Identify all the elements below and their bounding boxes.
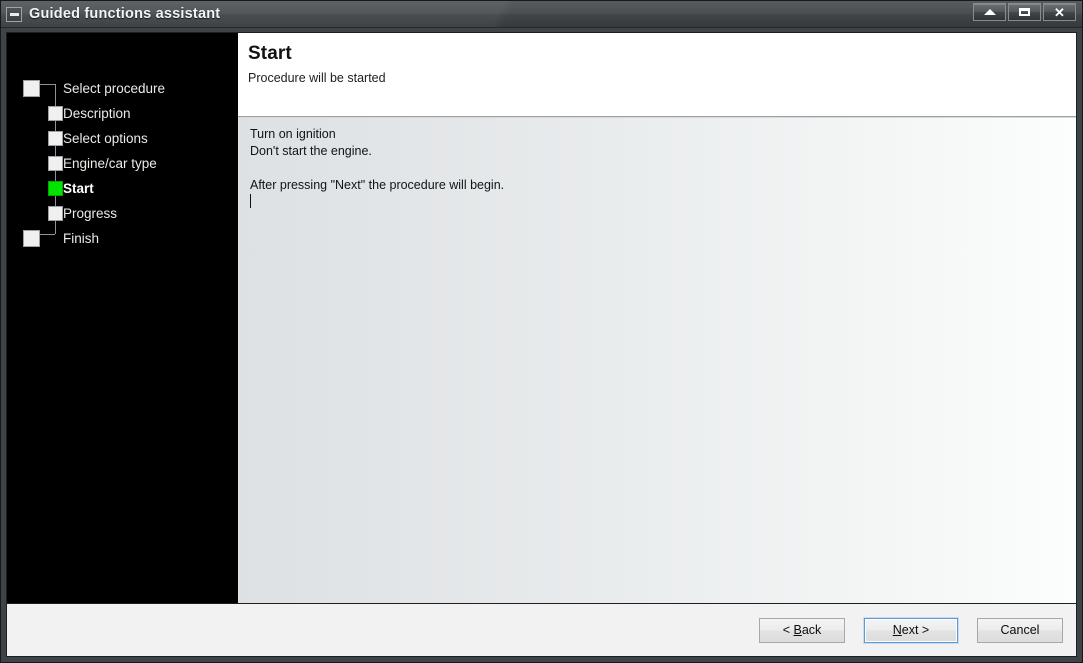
window-controls: ✕ [973,3,1076,21]
sidebar-item-label: Select options [63,131,148,146]
window-menu-icon[interactable] [6,6,22,22]
restore-button[interactable] [1008,3,1041,21]
wizard-button-bar: < Back Next > Cancel [6,603,1077,657]
back-button[interactable]: < Back [759,617,845,643]
button-label: Cancel [1000,623,1040,637]
button-label: < Back [782,623,822,637]
text-caret [250,194,251,208]
sidebar-item-description[interactable]: Description [48,101,131,126]
sidebar-item-engine-car-type[interactable]: Engine/car type [48,151,157,176]
step-tree-sidebar: Select procedure Description Select option… [7,33,238,603]
sidebar-item-progress[interactable]: Progress [48,201,117,226]
step-marker-icon [23,230,40,247]
instruction-line: Turn on ignition [250,127,336,141]
pane-header: Start Procedure will be started [238,33,1076,117]
step-tree: Select procedure Description Select option… [7,33,238,603]
window-title: Guided functions assistant [29,6,221,22]
close-x-icon: ✕ [1054,4,1065,20]
page-title: Start [248,43,292,64]
title-bar[interactable]: Guided functions assistant ✕ [1,1,1082,28]
sidebar-item-finish[interactable]: Finish [23,226,99,251]
instruction-line: After pressing "Next" the procedure will… [250,178,505,192]
guided-functions-assistant-window: Guided functions assistant ✕ Select proc… [0,0,1083,663]
sidebar-item-select-options[interactable]: Select options [48,126,148,151]
sidebar-item-label: Engine/car type [63,156,157,171]
sidebar-item-label: Progress [63,206,118,221]
restore-window-icon [1019,8,1030,16]
step-marker-icon [48,206,63,221]
button-label: Next > [892,623,930,637]
instruction-line: Don't start the engine. [250,144,372,158]
text-caret-line [250,194,1064,211]
rollup-button[interactable] [973,3,1006,21]
instruction-text-area[interactable]: Turn on ignition Don't start the engine. A… [238,117,1076,603]
sidebar-item-label: Select procedure [63,81,166,96]
step-marker-icon [48,131,63,146]
main-area: Select procedure Description Select option… [6,32,1077,603]
cancel-button[interactable]: Cancel [977,617,1063,643]
page-subtitle: Procedure will be started [248,71,386,85]
triangle-up-icon [983,9,996,15]
close-button[interactable]: ✕ [1043,3,1076,21]
sidebar-item-label: Finish [63,231,100,246]
step-marker-icon [48,106,63,121]
sidebar-item-start[interactable]: Start [48,176,94,201]
window-body: Select procedure Description Select option… [1,28,1082,662]
sidebar-item-label: Description [63,106,131,121]
next-button[interactable]: Next > [864,617,958,643]
content-panel: Start Procedure will be started Turn on … [238,33,1076,603]
step-marker-icon [48,156,63,171]
sidebar-item-select-procedure[interactable]: Select procedure [23,76,165,101]
step-marker-active-icon [48,181,63,196]
sidebar-item-label: Start [63,181,94,196]
step-marker-icon [23,80,40,97]
instruction-blank-line [250,160,1064,177]
